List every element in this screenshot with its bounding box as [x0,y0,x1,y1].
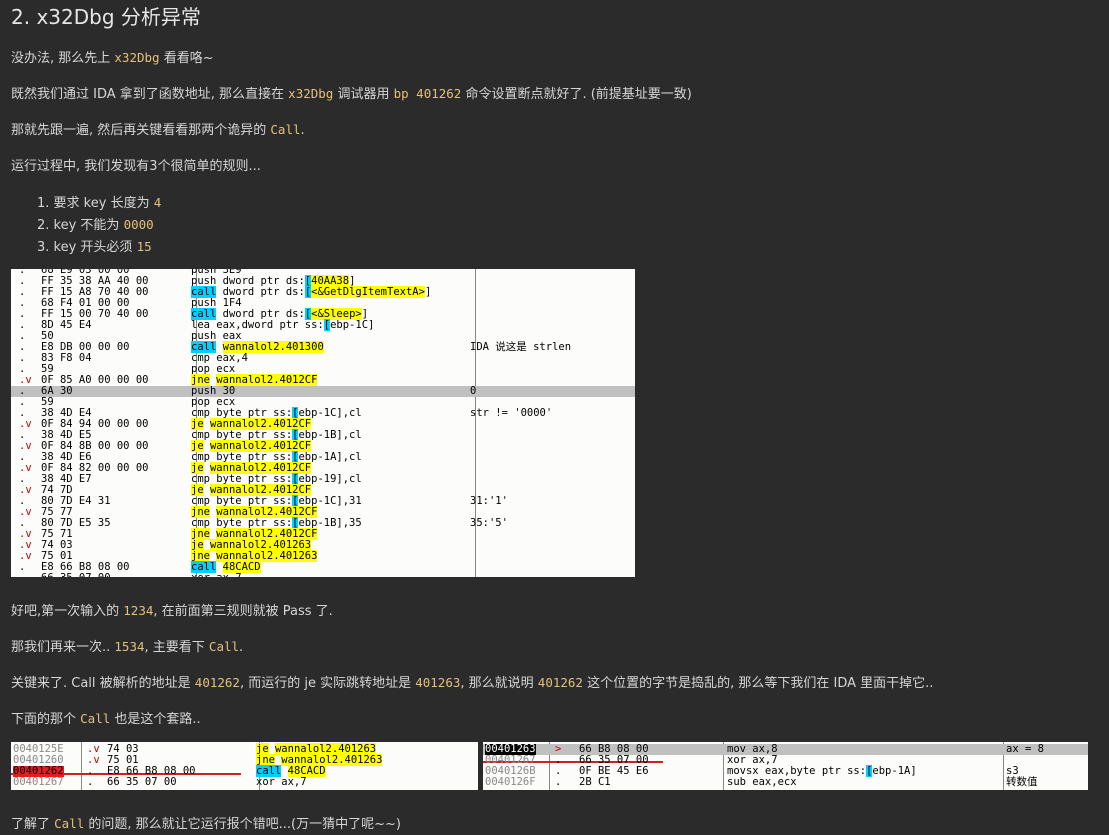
jump-indicator: . [555,776,562,788]
disasm-row[interactable]: . 38 4D E7 cmp byte ptr ss:[ebp-19],cl [11,473,635,485]
paragraph-follow: 那就先跟一遍, 然后再关键看看那两个诡异的 Call. [11,122,305,138]
opcode-bytes: 2B C1 [579,776,611,788]
comment: IDA 说这是 strlen [470,341,572,353]
disasm-row[interactable]: . 6A 30 push 30 0 [11,386,635,397]
disasm-row[interactable]: . E8 DB 00 00 00 call wannalol2.401300 IDA … [11,341,635,353]
disasm-row[interactable]: 00401263 >66 B8 08 00 mov ax,8 ax = 8 [483,744,1088,755]
comment: 转数值 [1006,776,1038,788]
disassembly-view-main: . 68 E9 03 00 00 push 3E9. FF 35 38 AA 40 0… [11,269,635,577]
comment: 0 [470,385,477,397]
address: 00401267 [13,776,64,788]
disasm-row[interactable]: . 66 35 07 00 xor ax,7 [11,573,635,578]
instruction: xor ax,7 [256,776,307,788]
comment: str != '0000' [470,407,553,419]
disasm-row[interactable]: .v 74 03 je wannalol2.401263 [11,539,635,551]
disasm-row[interactable]: 0040126F. 2B C1 sub eax,ecx 转数值 [483,777,1088,788]
disasm-row[interactable]: 00401260 .v 75 01 jne wannalol2.401263 [11,754,478,766]
disasm-row[interactable]: 00401267. 66 35 07 00 xor ax,7 [11,777,478,788]
paragraph-conclusion: 了解了 Call 的问题, 那么就让它运行报个错吧...(万一猜中了呢~~) [11,816,401,832]
rule-item-1: 1. 要求 key 长度为 4 [37,195,162,211]
comment: 35:'5' [470,517,508,529]
paragraph-second-try: 那我们再来一次.. 1534, 主要看下 Call. [11,639,244,655]
disasm-row[interactable]: 00401262. E8 66 B8 08 00 call 48CACD [11,765,478,777]
disasm-row[interactable]: .v 75 71 jne wannalol2.4012CF [11,528,635,540]
jump-indicator: . [87,776,94,788]
paragraph-breakpoint: 既然我们通过 IDA 拿到了函数地址, 那么直接在 x32Dbg 调试器用 bp… [11,86,692,102]
opcode-bytes: 66 35 07 00 [107,776,177,788]
disassembly-view-call: 0040125E .v 74 03 je wannalol2.401263 004012… [11,742,478,790]
jump-indicator: . [19,573,25,578]
disasm-row[interactable]: 0040125E .v 74 03 je wannalol2.401263 [11,743,478,755]
instruction: xor ax,7 [191,573,242,578]
disasm-row[interactable]: . 80 7D E4 31 cmp byte ptr ss:[ebp-1C],31 3… [11,495,635,507]
comment: 31:'1' [470,495,508,507]
disasm-row[interactable]: .v 0F 85 A0 00 00 00 jne wannalol2.4012CF [11,374,635,386]
paragraph-next-call: 下面的那个 Call 也是这个套路.. [11,711,201,727]
disasm-row[interactable]: . 80 7D E5 35 cmp byte ptr ss:[ebp-1B],35 3… [11,517,635,529]
paragraph-key-point: 关键来了. Call 被解析的地址是 401262, 而运行的 je 实际跳转地… [11,675,934,691]
comment: ax = 8 [1006,743,1044,755]
rule-item-3: 3. key 开头必须 15 [37,239,152,255]
disasm-row[interactable]: . 8D 45 E4 lea eax,dword ptr ss:[ebp-1C] [11,319,635,331]
opcode-bytes: 66 35 07 00 [41,573,111,578]
disasm-row[interactable]: . 83 F8 04 cmp eax,4 [11,353,635,364]
paragraph-rules-intro: 运行过程中, 我们发现有3个很简单的规则... [11,159,261,174]
instruction: sub eax,ecx [727,776,797,788]
disassembly-view-jump-target: 00401263 >66 B8 08 00 mov ax,8 ax = 8 004012… [483,742,1088,790]
paragraph-first-try: 好吧,第一次输入的 1234, 在前面第三规则就被 Pass 了. [11,603,333,619]
rule-item-2: 2. key 不能为 0000 [37,217,154,233]
address: 0040126F [485,776,536,788]
section-heading: 2. x32Dbg 分析异常 [11,5,201,29]
paragraph-intro: 没办法, 那么先上 x32Dbg 看看咯~ [11,50,214,66]
